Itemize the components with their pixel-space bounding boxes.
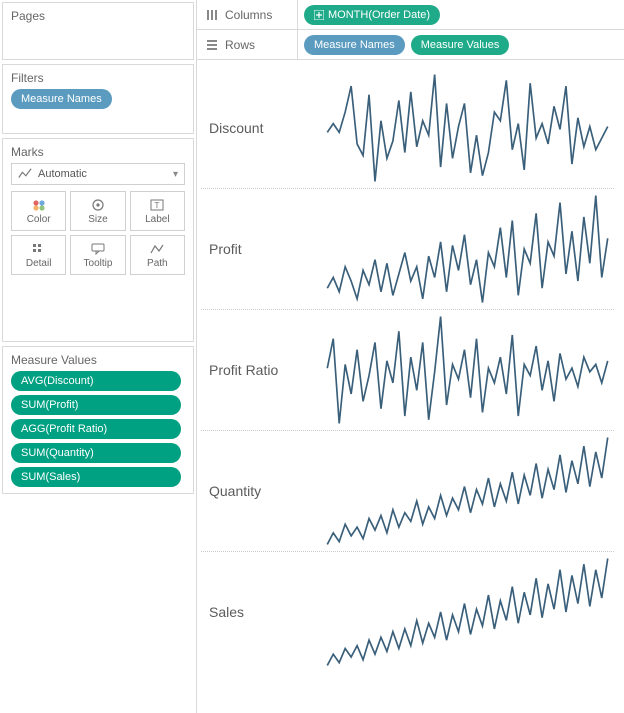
viz-label-profit: Profit	[201, 241, 321, 257]
chart-profit[interactable]	[321, 189, 614, 309]
marks-path-button[interactable]: Path	[130, 235, 185, 275]
columns-icon	[205, 8, 219, 22]
marks-label-label: Label	[145, 214, 169, 225]
mv-pill-sum-sales[interactable]: SUM(Sales)	[11, 467, 181, 487]
marks-size-label: Size	[88, 214, 107, 225]
marks-card: Marks Automatic ▾ Color Size T Label	[2, 138, 194, 342]
rows-label: Rows	[225, 38, 255, 52]
marks-tooltip-button[interactable]: Tooltip	[70, 235, 125, 275]
worksheet-area: Columns MONTH(Order Date) Rows Measure N…	[196, 0, 624, 713]
marks-type-dropdown[interactable]: Automatic ▾	[11, 163, 185, 185]
chevron-down-icon: ▾	[173, 169, 178, 180]
filters-title: Filters	[11, 71, 185, 85]
columns-shelf[interactable]: Columns MONTH(Order Date)	[197, 0, 624, 30]
marks-size-button[interactable]: Size	[70, 191, 125, 231]
mv-pill-agg-profit-ratio[interactable]: AGG(Profit Ratio)	[11, 419, 181, 439]
pages-title: Pages	[11, 9, 185, 23]
marks-title: Marks	[11, 145, 185, 159]
visualization-canvas[interactable]: Discount Profit Profit Ratio Quantity Sa…	[197, 60, 624, 713]
viz-label-profit-ratio: Profit Ratio	[201, 362, 321, 378]
viz-row-profit: Profit	[201, 189, 614, 310]
svg-text:T: T	[155, 201, 160, 210]
label-icon: T	[149, 198, 165, 212]
left-panel: Pages Filters Measure Names Marks Automa…	[0, 0, 196, 713]
filters-shelf[interactable]: Filters Measure Names	[2, 64, 194, 134]
size-icon	[90, 198, 106, 212]
rows-shelf[interactable]: Rows Measure Names Measure Values	[197, 30, 624, 60]
viz-label-discount: Discount	[201, 120, 321, 136]
columns-label: Columns	[225, 8, 272, 22]
measure-values-title: Measure Values	[11, 353, 185, 367]
viz-row-quantity: Quantity	[201, 431, 614, 552]
marks-drop-zone[interactable]	[11, 275, 185, 335]
chart-discount[interactable]	[321, 68, 614, 188]
viz-row-sales: Sales	[201, 552, 614, 672]
chart-profit-ratio[interactable]	[321, 310, 614, 430]
filter-pill-measure-names[interactable]: Measure Names	[11, 89, 112, 109]
marks-color-button[interactable]: Color	[11, 191, 66, 231]
pages-shelf[interactable]: Pages	[2, 2, 194, 60]
viz-row-profit-ratio: Profit Ratio	[201, 310, 614, 431]
marks-path-label: Path	[147, 258, 168, 269]
marks-detail-label: Detail	[26, 258, 52, 269]
rows-pill-measure-names[interactable]: Measure Names	[304, 35, 405, 55]
line-icon	[18, 167, 32, 181]
chart-quantity[interactable]	[321, 431, 614, 551]
columns-pill-month[interactable]: MONTH(Order Date)	[304, 5, 440, 25]
measure-values-shelf[interactable]: Measure Values AVG(Discount) SUM(Profit)…	[2, 346, 194, 494]
viz-row-discount: Discount	[201, 68, 614, 189]
mv-pill-sum-profit[interactable]: SUM(Profit)	[11, 395, 181, 415]
columns-pill-label: MONTH(Order Date)	[328, 9, 430, 21]
viz-label-quantity: Quantity	[201, 483, 321, 499]
tooltip-icon	[90, 242, 106, 256]
color-icon	[31, 198, 47, 212]
rows-pill-measure-values[interactable]: Measure Values	[411, 35, 510, 55]
mv-pill-avg-discount[interactable]: AVG(Discount)	[11, 371, 181, 391]
viz-label-sales: Sales	[201, 604, 321, 620]
marks-detail-button[interactable]: Detail	[11, 235, 66, 275]
marks-type-label: Automatic	[38, 168, 87, 180]
marks-color-label: Color	[27, 214, 51, 225]
detail-icon	[31, 242, 47, 256]
marks-tooltip-label: Tooltip	[84, 258, 113, 269]
plus-icon	[314, 10, 324, 20]
chart-sales[interactable]	[321, 552, 614, 672]
path-icon	[149, 242, 165, 256]
mv-pill-sum-quantity[interactable]: SUM(Quantity)	[11, 443, 181, 463]
rows-icon	[205, 38, 219, 52]
marks-label-button[interactable]: T Label	[130, 191, 185, 231]
